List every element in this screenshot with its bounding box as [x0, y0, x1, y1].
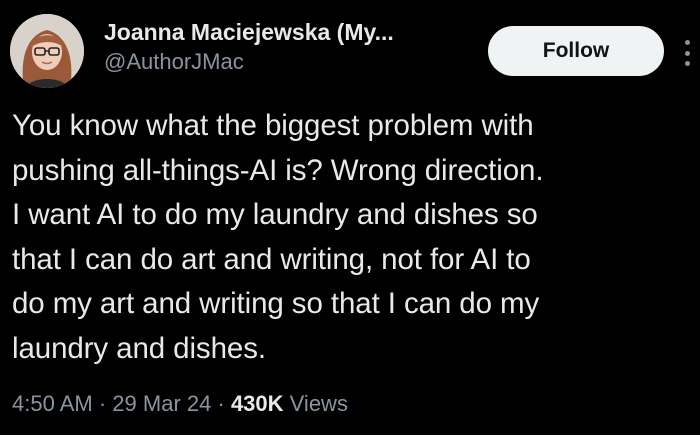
more-dot: [684, 50, 690, 56]
follow-button[interactable]: Follow: [488, 26, 664, 76]
author-info: Joanna Maciejewska (My... @AuthorJMac: [104, 18, 484, 76]
profile-photo-icon: [10, 14, 84, 88]
author-handle[interactable]: @AuthorJMac: [104, 48, 484, 76]
tweet-header: Joanna Maciejewska (My... @AuthorJMac Fo…: [10, 14, 690, 90]
tweet-card: Joanna Maciejewska (My... @AuthorJMac Fo…: [0, 0, 700, 435]
tweet-date[interactable]: 29 Mar 24: [112, 391, 211, 416]
tweet-meta: 4:50 AM · 29 Mar 24 · 430K Views: [12, 391, 348, 417]
meta-separator: ·: [217, 391, 225, 416]
views-label: Views: [289, 391, 348, 416]
more-dot: [684, 61, 690, 66]
tweet-time[interactable]: 4:50 AM: [12, 391, 93, 416]
tweet-text: You know what the biggest problem with p…: [12, 109, 544, 365]
views-count: 430K: [230, 391, 284, 416]
more-vertical-icon[interactable]: [682, 40, 692, 66]
author-display-name[interactable]: Joanna Maciejewska (My...: [104, 18, 484, 46]
more-dot: [684, 40, 690, 45]
meta-separator: ·: [98, 391, 107, 416]
avatar[interactable]: [10, 14, 84, 88]
